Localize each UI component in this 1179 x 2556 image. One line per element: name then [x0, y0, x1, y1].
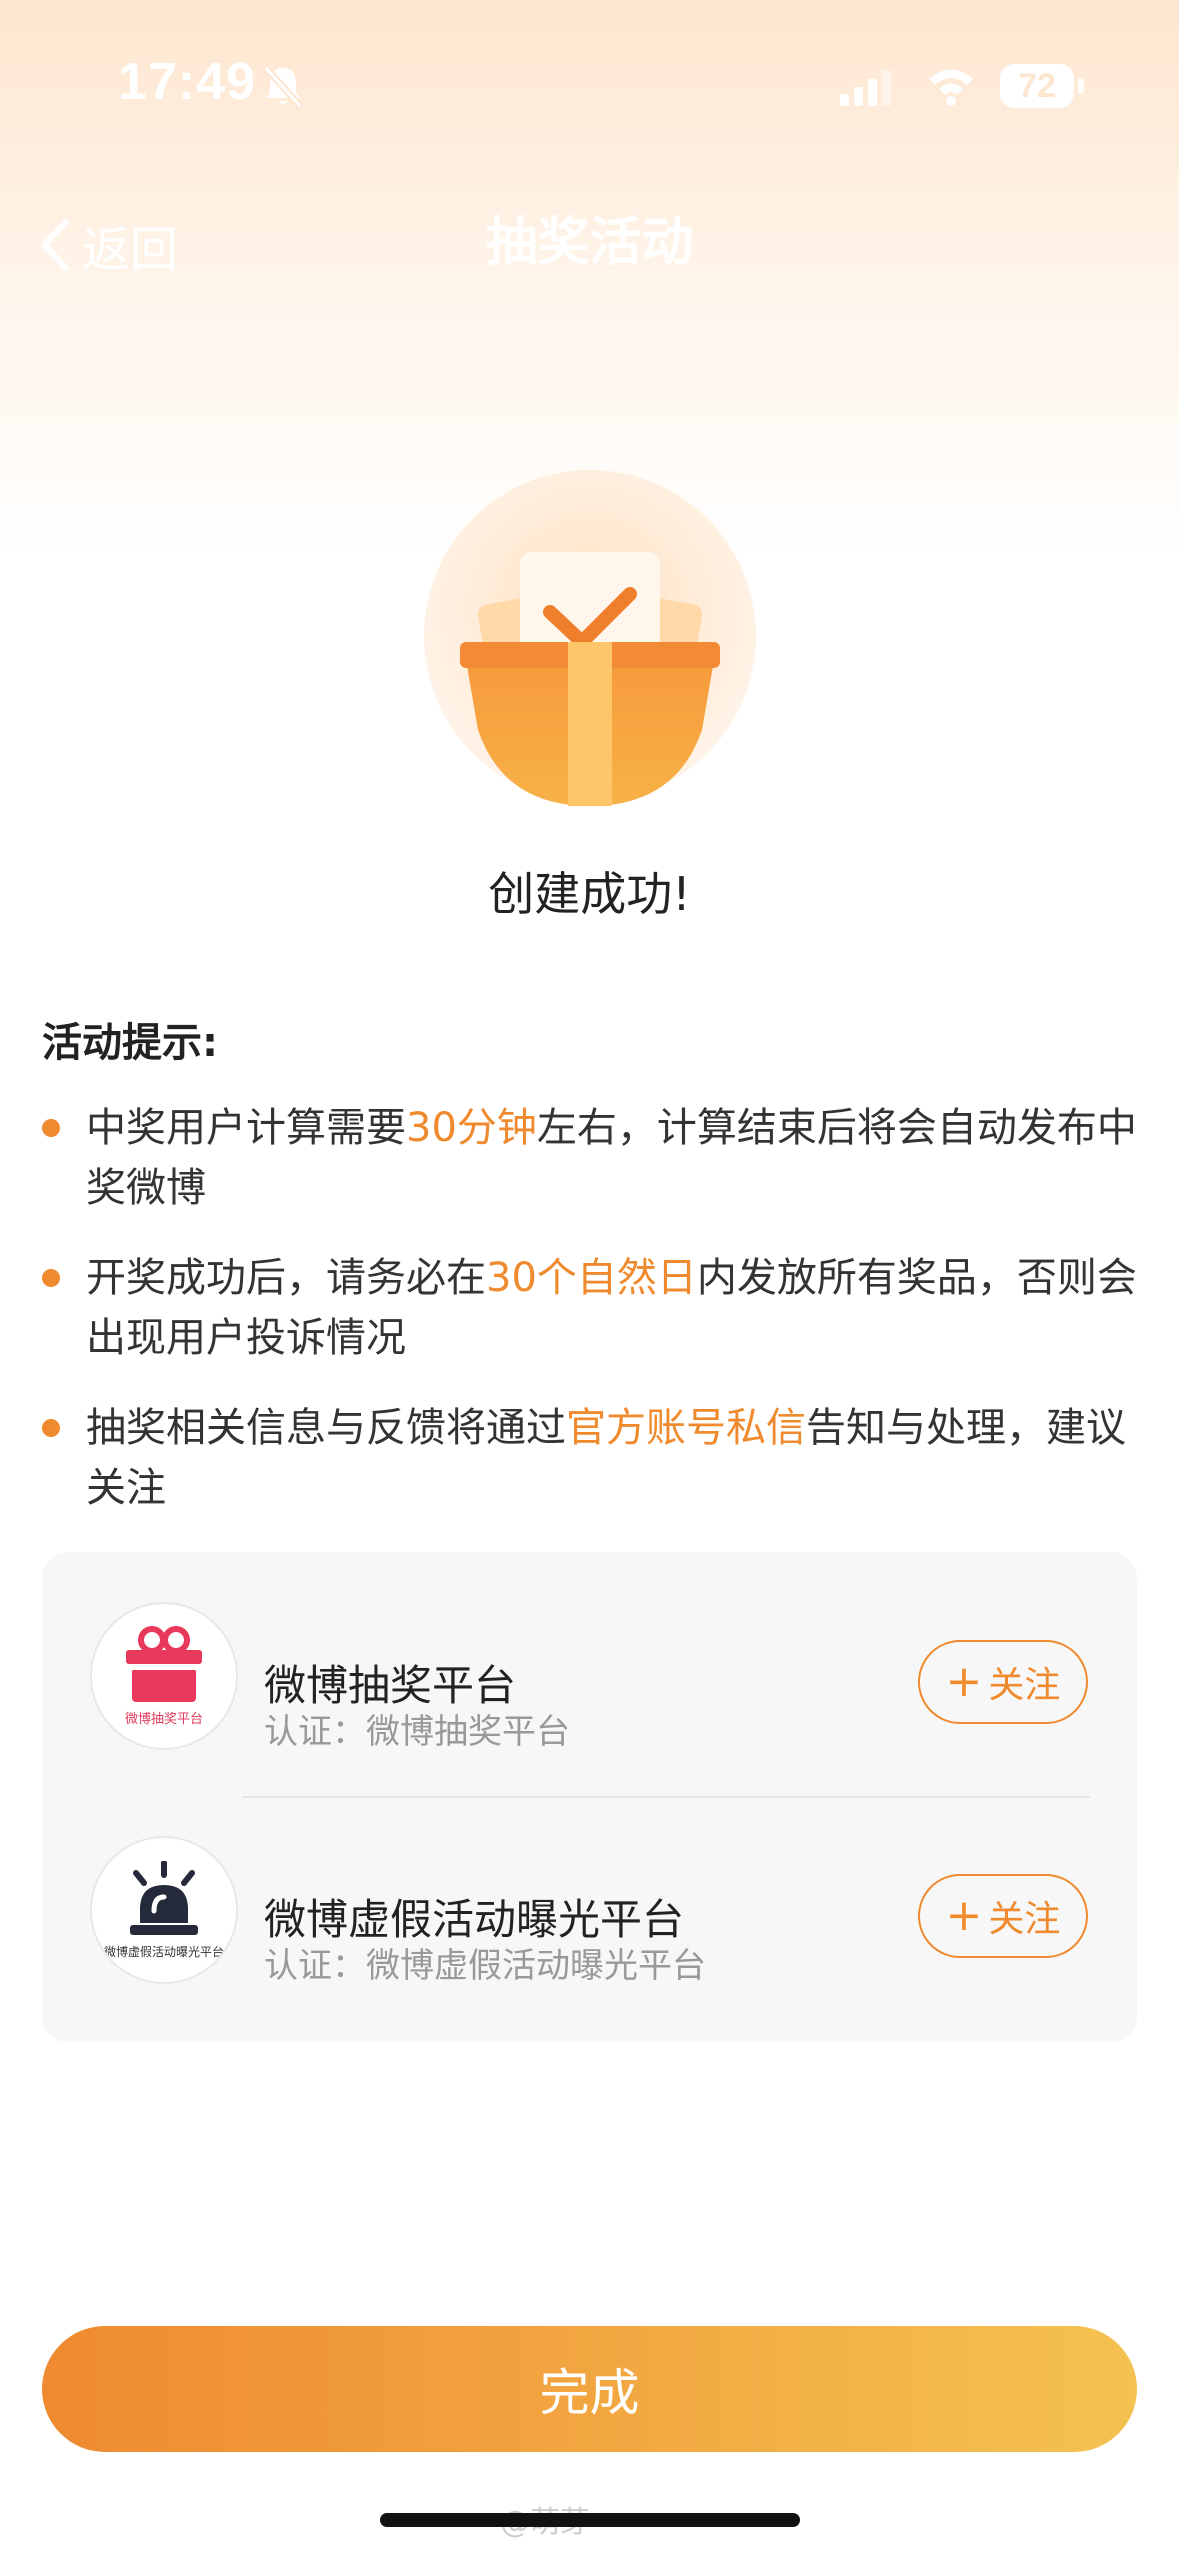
tips-list: 中奖用户计算需要30分钟左右，计算结束后将会自动发布中奖微博 开奖成功后，请务必… — [42, 1098, 1142, 1548]
tips-heading: 活动提示: — [42, 1020, 218, 1066]
success-gift-box-icon — [424, 470, 756, 806]
tip-item: 抽奖相关信息与反馈将通过官方账号私信告知与处理，建议关注 — [42, 1398, 1142, 1518]
status-bar: 17:49 72 — [0, 0, 1179, 170]
avatar-caption: 微博抽奖平台 — [124, 1711, 203, 1727]
success-title: 创建成功! — [488, 867, 691, 921]
official-accounts-card: 微博抽奖平台 微博抽奖平台 认证：微博抽奖平台 + 关注 微博虚假活动曝光平台 … — [42, 1552, 1137, 2042]
account-row-lottery: 微博抽奖平台 微博抽奖平台 认证：微博抽奖平台 + 关注 — [42, 1580, 1137, 1780]
tip-item: 开奖成功后，请务必在30个自然日内发放所有奖品，否则会出现用户投诉情况 — [42, 1248, 1142, 1368]
nav-bar: 返回 抽奖活动 — [0, 180, 1179, 290]
bullet-dot-icon — [42, 1419, 60, 1437]
follow-label: 关注 — [988, 1665, 1061, 1706]
home-indicator[interactable] — [380, 2513, 800, 2527]
tip-highlight: 官方账号私信 — [566, 1405, 806, 1451]
tip-highlight: 30分钟 — [406, 1105, 537, 1151]
signal-icon — [840, 70, 891, 106]
account-verification: 认证：微博抽奖平台 — [264, 1712, 570, 1752]
wifi-icon — [929, 69, 973, 106]
battery-cap — [1078, 78, 1084, 94]
follow-label: 关注 — [988, 1899, 1061, 1940]
avatar[interactable]: 微博抽奖平台 — [90, 1602, 238, 1750]
follow-button[interactable]: + 关注 — [918, 1874, 1088, 1958]
avatar-caption: 微博虚假活动曝光平台 — [103, 1944, 224, 1959]
plus-icon: + — [945, 1890, 983, 1941]
battery-level: 72 — [1018, 66, 1056, 105]
tip-item: 中奖用户计算需要30分钟左右，计算结束后将会自动发布中奖微博 — [42, 1098, 1142, 1218]
avatar[interactable]: 微博虚假活动曝光平台 — [90, 1836, 238, 1984]
tip-text: 中奖用户计算需要 — [86, 1105, 406, 1151]
tip-highlight: 30个自然日 — [486, 1255, 697, 1301]
tip-text: 开奖成功后，请务必在 — [86, 1255, 486, 1301]
status-time: 17:49 — [118, 53, 256, 111]
battery-indicator: 72 — [1000, 64, 1074, 108]
bullet-dot-icon — [42, 1269, 60, 1287]
tip-text: 抽奖相关信息与反馈将通过 — [86, 1405, 566, 1451]
plus-icon: + — [945, 1656, 983, 1707]
gift-icon — [126, 1625, 202, 1702]
account-row-exposure: 微博虚假活动曝光平台 微博虚假活动曝光平台 认证：微博虚假活动曝光平台 + 关注 — [42, 1814, 1137, 2014]
divider — [242, 1796, 1090, 1798]
follow-button[interactable]: + 关注 — [918, 1640, 1088, 1724]
bell-slash-icon — [263, 65, 303, 109]
alarm-siren-icon — [130, 1860, 198, 1935]
account-verification: 认证：微博虚假活动曝光平台 — [264, 1946, 706, 1986]
bullet-dot-icon — [42, 1119, 60, 1137]
done-button[interactable]: 完成 — [42, 2326, 1137, 2452]
page-title: 抽奖活动 — [485, 213, 694, 273]
